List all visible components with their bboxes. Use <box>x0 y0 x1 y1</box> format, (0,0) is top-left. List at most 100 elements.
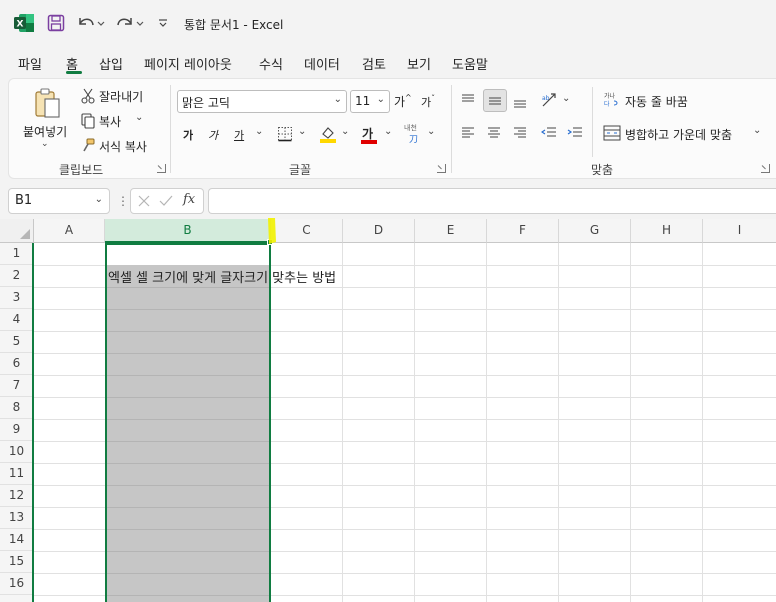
cell-b2[interactable]: 엑셀 셀 크기에 맞게 글자크기 맞추는 방법 <box>108 267 336 286</box>
column-header-e[interactable]: E <box>415 219 487 243</box>
tab-review[interactable]: 검토 <box>362 54 386 73</box>
spreadsheet-grid[interactable]: A B C D E F G H I 1 2 3 4 5 6 7 8 9 10 1… <box>0 219 776 602</box>
row-header-5[interactable]: 5 <box>0 331 34 353</box>
column-resize-handle-icon[interactable] <box>266 216 278 246</box>
formula-bar-grip-icon[interactable]: ⋮ <box>117 193 129 209</box>
align-center-icon[interactable] <box>487 126 501 140</box>
column-header-g[interactable]: G <box>559 219 631 243</box>
row-header-16[interactable]: 16 <box>0 573 34 595</box>
column-header-b[interactable]: B <box>105 219 271 243</box>
divider <box>592 87 593 157</box>
gridline <box>630 243 631 602</box>
align-bottom-icon[interactable] <box>513 95 527 109</box>
row-header-7[interactable]: 7 <box>0 375 34 397</box>
paste-dropdown-icon[interactable]: ⌄ <box>41 139 49 149</box>
shrink-font-button[interactable]: 가ˇ <box>421 94 435 110</box>
cut-button[interactable]: 잘라내기 <box>81 87 153 107</box>
tab-file[interactable]: 파일 <box>18 54 42 73</box>
font-size-select[interactable]: 11 ⌄ <box>350 90 390 113</box>
fill-color-icon[interactable] <box>319 124 337 144</box>
row-header-17[interactable] <box>0 595 34 602</box>
align-top-icon[interactable] <box>461 93 475 107</box>
paste-button[interactable]: 붙여넣기 ⌄ <box>21 85 75 151</box>
borders-dropdown-icon[interactable]: ⌄ <box>298 126 306 137</box>
row-header-4[interactable]: 4 <box>0 309 34 331</box>
divider <box>451 85 452 173</box>
underline-dropdown-icon[interactable]: ⌄ <box>255 126 263 137</box>
tab-data[interactable]: 데이터 <box>304 54 340 73</box>
active-cell-b1[interactable] <box>105 243 271 265</box>
font-size-value: 11 <box>355 94 371 108</box>
decrease-indent-icon[interactable] <box>541 126 557 140</box>
name-box[interactable]: B1 ⌄ <box>8 188 110 214</box>
row-header-6[interactable]: 6 <box>0 353 34 375</box>
format-painter-icon <box>83 138 95 152</box>
merge-dropdown-icon[interactable]: ⌄ <box>753 125 761 136</box>
row-header-8[interactable]: 8 <box>0 397 34 419</box>
insert-function-button[interactable]: fx <box>183 192 195 207</box>
tab-insert[interactable]: 삽입 <box>99 54 123 73</box>
save-icon[interactable] <box>47 13 65 33</box>
align-middle-button[interactable] <box>483 89 507 112</box>
column-header-a[interactable]: A <box>34 219 105 243</box>
fill-color-dropdown-icon[interactable]: ⌄ <box>341 126 349 137</box>
select-all-button[interactable] <box>0 219 34 243</box>
redo-icon[interactable] <box>115 13 145 33</box>
gridline <box>107 595 269 596</box>
svg-text:가나: 가나 <box>604 92 616 100</box>
gridline <box>107 507 269 508</box>
clipboard-launcher-icon[interactable] <box>157 164 166 173</box>
row-header-13[interactable]: 13 <box>0 507 34 529</box>
copy-button[interactable]: 복사 ⌄ <box>81 112 153 132</box>
format-painter-button[interactable]: 서식 복사 <box>81 137 157 157</box>
wrap-text-button[interactable]: 가나 다 자동 줄 바꿈 <box>603 91 703 113</box>
font-name-select[interactable]: 맑은 고딕 ⌄ <box>177 90 347 113</box>
selected-column-b[interactable] <box>105 243 271 602</box>
row-header-12[interactable]: 12 <box>0 485 34 507</box>
row-header-11[interactable]: 11 <box>0 463 34 485</box>
row-header-3[interactable]: 3 <box>0 287 34 309</box>
row-header-9[interactable]: 9 <box>0 419 34 441</box>
column-header-i[interactable]: I <box>703 219 776 243</box>
undo-icon[interactable] <box>76 13 106 33</box>
column-header-h[interactable]: H <box>631 219 703 243</box>
row-header-15[interactable]: 15 <box>0 551 34 573</box>
borders-icon[interactable] <box>277 126 293 142</box>
italic-button[interactable]: 가 <box>208 127 218 143</box>
column-header-f[interactable]: F <box>487 219 559 243</box>
paste-icon <box>35 88 60 118</box>
tab-help[interactable]: 도움말 <box>452 54 488 73</box>
align-left-icon[interactable] <box>461 126 475 140</box>
formula-input[interactable] <box>208 188 776 214</box>
tab-page-layout[interactable]: 페이지 레이아웃 <box>144 54 232 73</box>
phonetic-guide-button[interactable]: 내천 刀 <box>404 123 424 145</box>
grow-font-label: 가 <box>394 95 406 109</box>
grow-font-button[interactable]: 가^ <box>394 93 412 110</box>
underline-button[interactable]: 가 <box>234 127 244 143</box>
column-header-c[interactable]: C <box>271 219 343 243</box>
font-color-button[interactable]: 가 <box>360 123 382 145</box>
cancel-icon[interactable] <box>138 195 150 207</box>
orientation-dropdown-icon[interactable]: ⌄ <box>562 93 570 104</box>
phonetic-dropdown-icon[interactable]: ⌄ <box>427 126 435 137</box>
row-header-14[interactable]: 14 <box>0 529 34 551</box>
merge-center-button[interactable]: 병합하고 가운데 맞춤 ⌄ <box>603 123 763 145</box>
customize-quick-access-icon[interactable] <box>157 13 169 33</box>
enter-check-icon[interactable] <box>159 195 173 207</box>
tab-formulas[interactable]: 수식 <box>259 54 283 73</box>
merge-center-icon <box>603 125 621 141</box>
row-header-1[interactable]: 1 <box>0 243 34 265</box>
orientation-icon[interactable]: ab <box>541 92 559 108</box>
alignment-launcher-icon[interactable] <box>761 164 770 173</box>
row-header-10[interactable]: 10 <box>0 441 34 463</box>
increase-indent-icon[interactable] <box>567 126 583 140</box>
row-header-2[interactable]: 2 <box>0 265 34 287</box>
font-launcher-icon[interactable] <box>437 164 446 173</box>
copy-dropdown-icon[interactable]: ⌄ <box>135 112 143 123</box>
clipboard-group-label: 클립보드 <box>59 163 104 177</box>
tab-view[interactable]: 보기 <box>407 54 431 73</box>
font-color-dropdown-icon[interactable]: ⌄ <box>384 126 392 137</box>
align-right-icon[interactable] <box>513 126 527 140</box>
bold-button[interactable]: 가 <box>183 127 193 143</box>
column-header-d[interactable]: D <box>343 219 415 243</box>
